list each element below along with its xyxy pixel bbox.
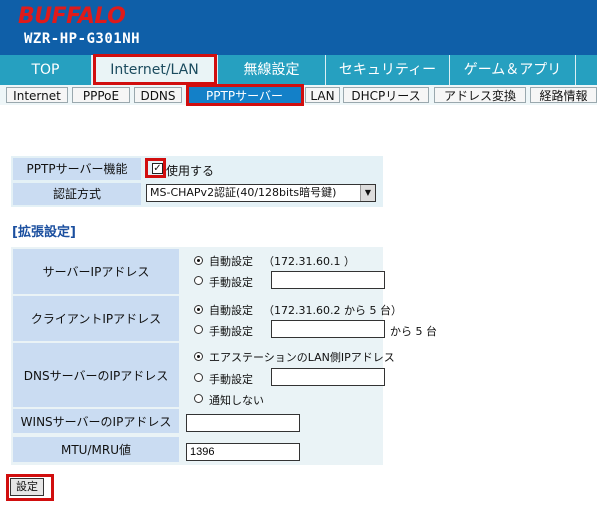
wins-label: WINSサーバーのIPアドレス: [13, 409, 179, 433]
pptp-label: PPTPサーバー機能: [13, 158, 141, 180]
chevron-down-icon: ▼: [360, 185, 375, 201]
pptp-enable-label: 使用する: [166, 164, 215, 178]
server-ip-manual-radio[interactable]: [194, 276, 203, 285]
mtu-label: MTU/MRU値: [13, 437, 179, 462]
highlight-pptp-checkbox: [145, 158, 166, 178]
header-bar: BUFFALO WZR-HP-G301NH: [0, 0, 597, 55]
auth-label: 認証方式: [13, 183, 141, 205]
highlight-submit-button: [6, 474, 54, 501]
highlight-main-tab: [93, 54, 217, 85]
dns-label: DNSサーバーのIPアドレス: [13, 343, 179, 407]
mtu-input[interactable]: [186, 443, 300, 461]
tab-game-apps[interactable]: ゲーム＆アプリ: [450, 55, 576, 85]
dns-manual-input[interactable]: [271, 368, 385, 386]
wins-input[interactable]: [186, 414, 300, 432]
main-nav: TOP Internet/LAN 無線設定 セキュリティー ゲーム＆アプリ: [0, 55, 597, 85]
auth-method-select[interactable]: MS-CHAPv2認証(40/128bits暗号鍵) ▼: [146, 184, 376, 202]
subtab-address-translation[interactable]: アドレス変換: [434, 87, 526, 103]
dns-airstation-radio[interactable]: [194, 352, 203, 361]
subtab-dhcp-lease[interactable]: DHCPリース: [343, 87, 429, 103]
dns-none-radio[interactable]: [194, 394, 203, 403]
brand-logo: BUFFALO: [18, 4, 126, 29]
client-ip-auto-note: （172.31.60.2 から 5 台）: [263, 304, 402, 317]
auth-method-value: MS-CHAPv2認証(40/128bits暗号鍵): [150, 186, 337, 199]
subtab-pppoe[interactable]: PPPoE: [72, 87, 130, 103]
subtab-lan[interactable]: LAN: [305, 87, 340, 103]
dns-manual-radio[interactable]: [194, 373, 203, 382]
server-ip-manual-label: 手動設定: [209, 276, 253, 289]
server-ip-label: サーバーIPアドレス: [13, 249, 179, 294]
tab-wireless[interactable]: 無線設定: [218, 55, 326, 85]
client-ip-suffix: から 5 台: [390, 325, 437, 338]
dns-manual-label: 手動設定: [209, 373, 253, 386]
subtab-internet[interactable]: Internet: [6, 87, 68, 103]
model-name: WZR-HP-G301NH: [24, 31, 141, 47]
client-ip-manual-label: 手動設定: [209, 325, 253, 338]
client-ip-manual-input[interactable]: [271, 320, 385, 338]
dns-airstation-label: エアステーションのLAN側IPアドレス: [209, 351, 395, 364]
server-ip-auto-label: 自動設定: [209, 255, 253, 268]
extended-settings-title: [拡張設定]: [12, 225, 76, 240]
client-ip-auto-radio[interactable]: [194, 305, 203, 314]
highlight-sub-tab: [186, 84, 304, 106]
subtab-ddns[interactable]: DDNS: [134, 87, 182, 103]
subtab-route-info[interactable]: 経路情報: [530, 87, 597, 103]
pptp-row: PPTPサーバー機能 ✓ 使用する: [11, 156, 383, 181]
server-ip-auto-radio[interactable]: [194, 256, 203, 265]
tab-top[interactable]: TOP: [0, 55, 92, 85]
extended-settings-table: サーバーIPアドレス 自動設定 （172.31.60.1 ） 手動設定 クライア…: [11, 247, 437, 465]
client-ip-auto-label: 自動設定: [209, 304, 253, 317]
client-ip-label: クライアントIPアドレス: [13, 296, 179, 341]
client-ip-manual-radio[interactable]: [194, 325, 203, 334]
tab-security[interactable]: セキュリティー: [326, 55, 450, 85]
server-ip-auto-note: （172.31.60.1 ）: [263, 255, 355, 268]
server-ip-manual-input[interactable]: [271, 271, 385, 289]
auth-row: 認証方式 MS-CHAPv2認証(40/128bits暗号鍵) ▼: [11, 181, 383, 207]
dns-none-label: 通知しない: [209, 394, 264, 407]
